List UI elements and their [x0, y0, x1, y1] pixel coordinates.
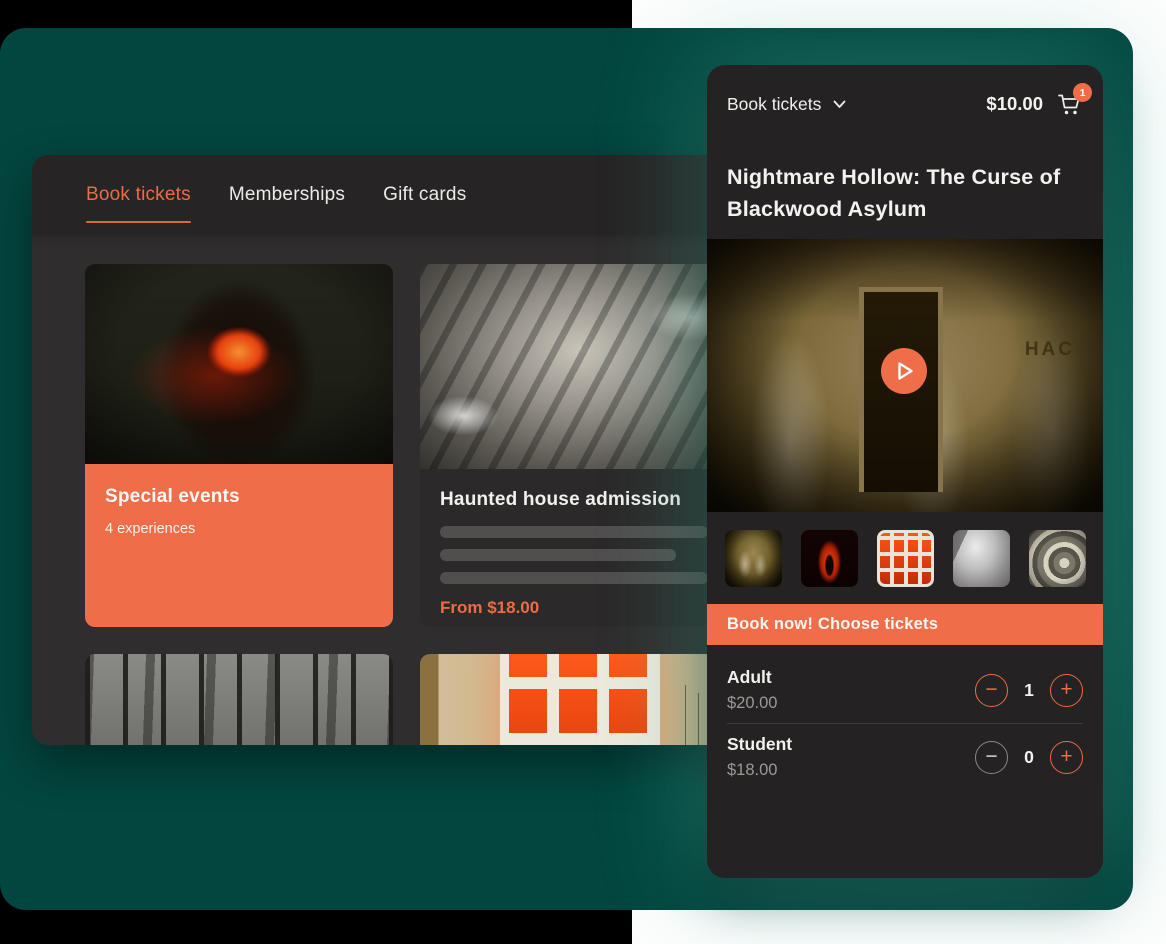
student-quantity-stepper: − 0 +	[975, 741, 1083, 774]
play-button[interactable]	[881, 348, 927, 394]
ticket-info: Student $18.00	[727, 734, 975, 780]
thumbnail-red-doors[interactable]	[877, 530, 934, 587]
ticket-type-label: Student	[727, 734, 975, 755]
hero-wall-graffiti: HAC	[1025, 339, 1075, 361]
thumbnail-zombies[interactable]	[725, 530, 782, 587]
nav-label: Book tickets	[727, 94, 821, 115]
skeleton-line	[440, 572, 708, 584]
nav-dropdown-book-tickets[interactable]: Book tickets	[727, 94, 846, 115]
quantity-value: 1	[1008, 680, 1050, 701]
skeleton-line	[440, 549, 676, 561]
gallery-thumbnails	[707, 530, 1103, 587]
price-from-label: From $18.00	[440, 598, 708, 618]
card-red-window[interactable]	[420, 654, 728, 745]
ticket-price-label: $18.00	[727, 761, 975, 780]
chevron-down-icon	[833, 100, 846, 109]
skeleton-line	[440, 526, 708, 538]
pumpkin-figure-image	[85, 264, 393, 464]
tab-gift-cards[interactable]: Gift cards	[383, 184, 466, 206]
minus-button[interactable]: −	[975, 741, 1008, 774]
card-haunted-house-admission[interactable]: Haunted house admission From $18.00	[420, 264, 728, 627]
event-title: Nightmare Hollow: The Curse of Blackwood…	[727, 161, 1063, 225]
card-special-events[interactable]: Special events 4 experiences	[85, 264, 393, 627]
play-icon	[881, 348, 927, 394]
cart-button[interactable]: $10.00 1	[986, 91, 1083, 117]
book-now-section-header: Book now! Choose tickets	[707, 604, 1103, 645]
adult-quantity-stepper: − 1 +	[975, 674, 1083, 707]
thumbnail-gray-room[interactable]	[953, 530, 1010, 587]
minus-button[interactable]: −	[975, 674, 1008, 707]
foggy-forest-image	[85, 654, 393, 745]
tab-memberships[interactable]: Memberships	[229, 184, 345, 206]
book-now-label: Book now! Choose tickets	[727, 615, 938, 634]
cart-icon-wrap: 1	[1056, 91, 1083, 117]
canvas: Book tickets Memberships Gift cards Spec…	[0, 0, 1166, 944]
thumbnail-red-doorway[interactable]	[801, 530, 858, 587]
card-title: Haunted house admission	[440, 489, 708, 511]
special-events-card-body: Special events 4 experiences	[85, 464, 393, 627]
event-video-hero: HAC	[707, 239, 1103, 512]
card-forest[interactable]	[85, 654, 393, 745]
card-title: Special events	[105, 486, 373, 508]
quantity-value: 0	[1008, 747, 1050, 768]
red-lit-window-image	[420, 654, 728, 745]
haunted-house-card-body: Haunted house admission From $18.00	[420, 469, 728, 627]
card-subtitle: 4 experiences	[105, 521, 373, 537]
thumbnail-spiral-staircase[interactable]	[1029, 530, 1086, 587]
cart-count-badge: 1	[1073, 83, 1092, 102]
phone-header: Book tickets $10.00 1	[707, 65, 1103, 117]
ticket-row-adult: Adult $20.00 − 1 +	[707, 657, 1103, 723]
ticket-info: Adult $20.00	[727, 667, 975, 713]
ticket-type-label: Adult	[727, 667, 975, 688]
tab-book-tickets[interactable]: Book tickets	[86, 184, 191, 206]
ticket-price-label: $20.00	[727, 694, 975, 713]
plus-button[interactable]: +	[1050, 674, 1083, 707]
staircase-image	[420, 264, 728, 469]
mobile-booking-panel: Book tickets $10.00 1 Nightmare Hollow: …	[707, 65, 1103, 878]
cart-total: $10.00	[986, 93, 1043, 115]
plus-button[interactable]: +	[1050, 741, 1083, 774]
ticket-row-student: Student $18.00 − 0 +	[707, 724, 1103, 790]
